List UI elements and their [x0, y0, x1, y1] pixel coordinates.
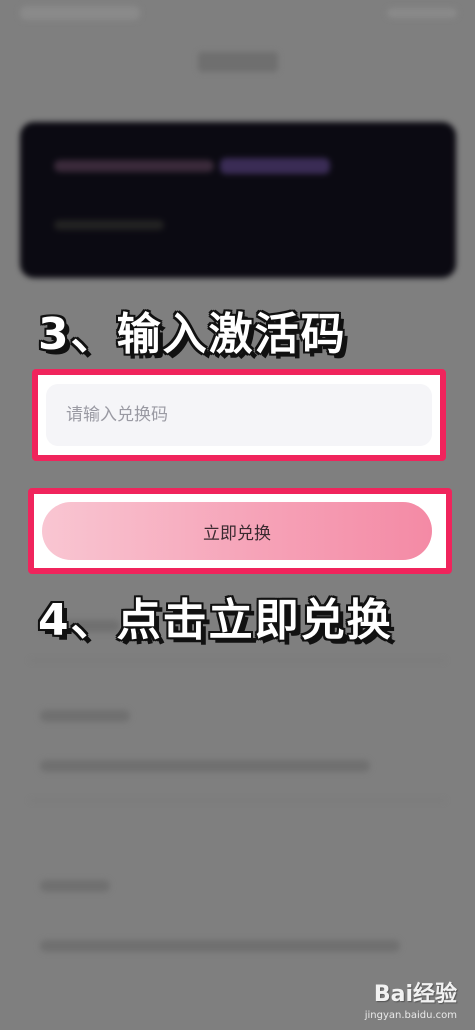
step-3-caption: 3、输入激活码	[38, 309, 347, 360]
status-bar-right	[387, 8, 457, 18]
watermark-domain: jingyan.baidu.com	[364, 1010, 457, 1021]
redeem-now-button[interactable]: 立即兑换	[42, 502, 432, 560]
watermark-brand: Bai经验	[373, 982, 457, 1007]
status-bar-left	[20, 6, 140, 20]
redeem-code-highlight	[32, 369, 446, 461]
redeem-button-highlight: 立即兑换	[28, 488, 452, 574]
baidu-jingyan-watermark: Bai经验 jingyan.baidu.com	[365, 976, 457, 1021]
background-vip-card	[20, 122, 456, 278]
redeem-code-input[interactable]	[46, 384, 432, 446]
step-4-caption: 4、点击立即兑换	[38, 595, 393, 646]
background-page-title	[198, 52, 278, 72]
